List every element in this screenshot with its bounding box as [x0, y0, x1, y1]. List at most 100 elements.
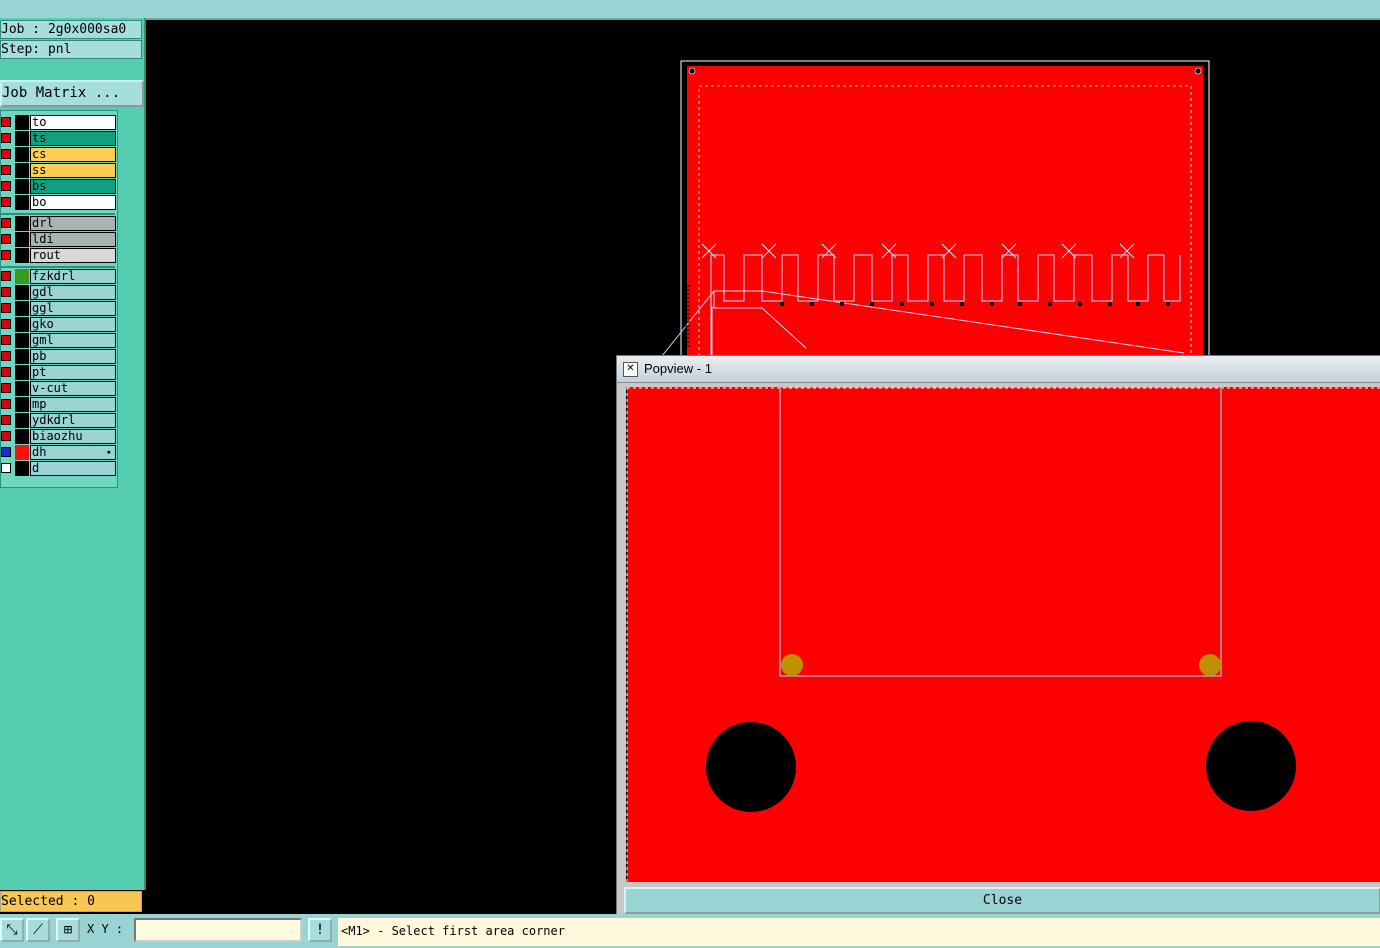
layer-row-biaozhu[interactable]: biaozhu	[1, 429, 116, 444]
popview-titlebar[interactable]: ✕ Popview - 1	[617, 356, 1380, 383]
layer-checkbox[interactable]	[1, 117, 11, 127]
layer-color-swatch	[15, 195, 29, 210]
layer-checkbox[interactable]	[1, 181, 11, 191]
xy-label: X Y :	[87, 922, 124, 936]
layer-checkbox[interactable]	[1, 165, 11, 175]
layer-checkbox[interactable]	[1, 415, 11, 425]
layer-name[interactable]: gko	[30, 317, 116, 332]
layer-color-swatch	[15, 317, 29, 332]
layer-name[interactable]: gdl	[30, 285, 116, 300]
layer-color-swatch	[15, 232, 29, 247]
status-message: <M1> - Select first area corner	[338, 918, 1380, 946]
layer-row-rout[interactable]: rout	[1, 248, 116, 263]
grid-icon[interactable]: ⊞	[56, 918, 80, 942]
zoom-icon[interactable]: ⤡	[0, 918, 24, 942]
layer-name[interactable]: ggl	[30, 301, 116, 316]
top-menubar	[0, 0, 1380, 20]
layer-row-mp[interactable]: mp	[1, 397, 116, 412]
tooling-hole	[688, 67, 696, 75]
layer-checkbox[interactable]	[1, 218, 11, 228]
layer-name[interactable]: ydkdrl	[30, 413, 116, 428]
layer-name[interactable]: ss	[30, 163, 116, 178]
layer-group-divider	[1, 213, 115, 215]
tooling-hole	[1194, 67, 1202, 75]
layer-checkbox[interactable]	[1, 351, 11, 361]
layer-checkbox[interactable]	[1, 383, 11, 393]
layer-row-gko[interactable]: gko	[1, 317, 116, 332]
layer-name[interactable]: bo	[30, 195, 116, 210]
layer-name[interactable]: gml	[30, 333, 116, 348]
layer-checkbox[interactable]	[1, 463, 11, 473]
layer-checkbox[interactable]	[1, 367, 11, 377]
layer-checkbox[interactable]	[1, 133, 11, 143]
work-layer-icon: ▪	[106, 448, 111, 456]
layer-checkbox[interactable]	[1, 447, 11, 457]
layer-checkbox[interactable]	[1, 399, 11, 409]
job-label: Job : 2g0x000sa0	[0, 20, 142, 39]
measure-icon[interactable]: ⟋	[26, 918, 50, 942]
layer-name[interactable]: mp	[30, 397, 116, 412]
layer-name[interactable]: v-cut	[30, 381, 116, 396]
layer-name[interactable]: ldi	[30, 232, 116, 247]
layer-color-swatch	[15, 333, 29, 348]
layer-row-fzkdrl[interactable]: fzkdrl	[1, 269, 116, 284]
layer-row-gml[interactable]: gml	[1, 333, 116, 348]
layer-row-cs[interactable]: cs	[1, 147, 116, 162]
layer-name[interactable]: rout	[30, 248, 116, 263]
layer-row-ss[interactable]: ss	[1, 163, 116, 178]
layer-color-swatch	[15, 397, 29, 412]
popview-title: Popview - 1	[644, 361, 712, 376]
layer-checkbox[interactable]	[1, 319, 11, 329]
layer-row-ydkdrl[interactable]: ydkdrl	[1, 413, 116, 428]
layer-color-swatch	[15, 248, 29, 263]
layer-row-d[interactable]: d	[1, 461, 116, 476]
layer-name[interactable]: dh	[30, 445, 116, 460]
layer-name[interactable]: pb	[30, 349, 116, 364]
drill-hole	[1206, 721, 1296, 811]
layer-color-swatch	[15, 445, 29, 460]
layer-color-swatch	[15, 216, 29, 231]
layer-checkbox[interactable]	[1, 149, 11, 159]
layer-row-drl[interactable]: drl	[1, 216, 116, 231]
left-panel: Job : 2g0x000sa0 Step: pnl Job Matrix ..…	[0, 18, 146, 890]
layer-checkbox[interactable]	[1, 335, 11, 345]
job-matrix-button[interactable]: Job Matrix ...	[0, 80, 144, 107]
close-button[interactable]: Close	[624, 887, 1380, 914]
layer-name[interactable]: to	[30, 115, 116, 130]
layer-color-swatch	[15, 269, 29, 284]
layer-checkbox[interactable]	[1, 271, 11, 281]
layer-color-swatch	[15, 163, 29, 178]
drill-hole	[706, 722, 796, 812]
layer-checkbox[interactable]	[1, 303, 11, 313]
layer-checkbox[interactable]	[1, 287, 11, 297]
layer-name[interactable]: pt	[30, 365, 116, 380]
layer-row-bs[interactable]: bs	[1, 179, 116, 194]
layer-color-swatch	[15, 429, 29, 444]
layer-name[interactable]: d	[30, 461, 116, 476]
layer-checkbox[interactable]	[1, 431, 11, 441]
layer-row-ts[interactable]: ts	[1, 131, 116, 146]
popview-canvas[interactable]	[626, 386, 1380, 882]
step-label: Step: pnl	[0, 40, 142, 59]
layer-row-to[interactable]: to	[1, 115, 116, 130]
layer-row-dh[interactable]: dh ▪	[1, 445, 116, 460]
close-x-icon[interactable]: ✕	[623, 362, 638, 377]
layer-name[interactable]: cs	[30, 147, 116, 162]
layer-row-v-cut[interactable]: v-cut	[1, 381, 116, 396]
layer-row-ldi[interactable]: ldi	[1, 232, 116, 247]
layer-row-gdl[interactable]: gdl	[1, 285, 116, 300]
layer-checkbox[interactable]	[1, 197, 11, 207]
warning-icon[interactable]: !	[308, 918, 332, 942]
layer-name[interactable]: ts	[30, 131, 116, 146]
layer-row-ggl[interactable]: ggl	[1, 301, 116, 316]
xy-input[interactable]	[134, 918, 302, 942]
layer-name[interactable]: fzkdrl	[30, 269, 116, 284]
layer-checkbox[interactable]	[1, 250, 11, 260]
layer-row-bo[interactable]: bo	[1, 195, 116, 210]
layer-row-pb[interactable]: pb	[1, 349, 116, 364]
layer-name[interactable]: bs	[30, 179, 116, 194]
layer-checkbox[interactable]	[1, 234, 11, 244]
layer-name[interactable]: drl	[30, 216, 116, 231]
layer-row-pt[interactable]: pt	[1, 365, 116, 380]
layer-name[interactable]: biaozhu	[30, 429, 116, 444]
